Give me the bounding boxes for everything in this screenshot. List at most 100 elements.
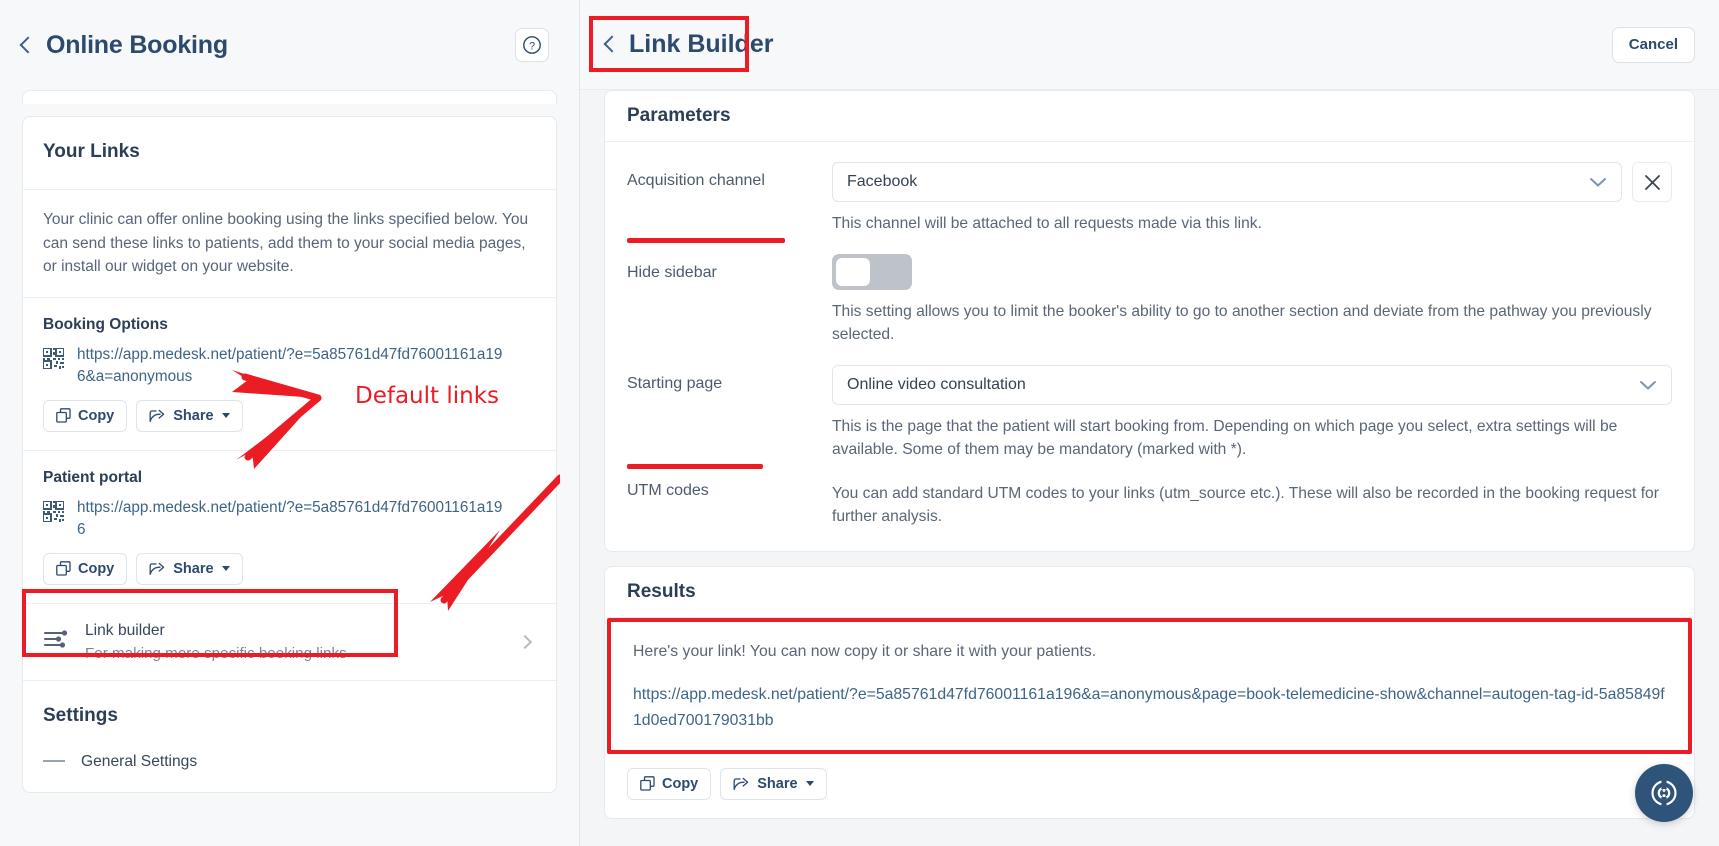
copy-button[interactable]: Copy xyxy=(43,552,128,585)
link-builder-title: Link builder xyxy=(85,621,165,639)
parameters-header: Parameters xyxy=(605,91,1694,142)
share-icon xyxy=(149,409,165,422)
field-hide-sidebar: Hide sidebar This setting allows you to … xyxy=(627,253,1672,347)
app-root: Online Booking ? Your Links Your clinic … xyxy=(0,0,1719,846)
settings-title: Settings xyxy=(43,704,118,726)
share-button[interactable]: Share xyxy=(136,552,243,585)
chevron-down-icon xyxy=(1590,178,1606,187)
link-builder-panel: Link Builder Cancel Parameters Acquisiti… xyxy=(580,0,1719,846)
acquisition-channel-select-wrap: Facebook xyxy=(832,162,1672,202)
hide-sidebar-label: Hide sidebar xyxy=(627,263,717,281)
results-intro: Here's your link! You can now copy it or… xyxy=(633,642,1097,660)
share-button[interactable]: Share xyxy=(720,767,827,800)
partial-card-above xyxy=(22,90,557,104)
patient-portal-url[interactable]: https://app.medesk.net/patient/?e=5a8576… xyxy=(77,497,507,541)
results-header: Results xyxy=(605,567,1694,618)
sidebar-item-link-builder[interactable]: Link builder For making more specific bo… xyxy=(23,603,556,681)
acquisition-channel-control: Facebook This channel will be attached t… xyxy=(832,162,1672,236)
help-bubble-button[interactable] xyxy=(1635,764,1693,822)
qr-code-icon[interactable] xyxy=(42,346,65,374)
share-button[interactable]: Share xyxy=(136,399,243,432)
copy-button-label: Copy xyxy=(78,560,115,577)
general-settings-label: General Settings xyxy=(81,752,198,770)
link-builder-page-title[interactable]: Link Builder xyxy=(603,30,774,59)
copy-icon xyxy=(640,776,655,791)
parameters-card: Parameters Acquisition channel Facebook xyxy=(604,90,1695,552)
your-links-title: Your Links xyxy=(43,141,140,162)
chevron-left-icon[interactable] xyxy=(603,35,621,53)
chevron-right-icon xyxy=(517,634,533,649)
hide-sidebar-control: This setting allows you to limit the boo… xyxy=(832,253,1672,347)
toggle-knob xyxy=(836,257,870,286)
link-builder-subtitle: For making more specific booking links xyxy=(85,644,347,662)
link-builder-texts: Link builder For making more specific bo… xyxy=(85,620,504,664)
acquisition-channel-select[interactable]: Facebook xyxy=(832,162,1622,202)
share-button-label: Share xyxy=(757,775,798,792)
results-link-box: Here's your link! You can now copy it or… xyxy=(607,617,1692,754)
field-utm-codes: UTM codes You can add standard UTM codes… xyxy=(627,482,1672,529)
share-icon xyxy=(149,562,165,575)
right-panel-body[interactable]: Parameters Acquisition channel Facebook xyxy=(580,90,1719,846)
starting-page-label: Starting page xyxy=(627,365,832,469)
patient-portal-actions: Copy Share xyxy=(43,552,536,585)
left-panel-header: Online Booking ? xyxy=(0,0,579,90)
results-card: Results Here's your link! You can now co… xyxy=(604,565,1695,819)
clear-acquisition-channel-button[interactable] xyxy=(1632,162,1672,202)
patient-portal-section: Patient portal https://app.medesk.net/pa… xyxy=(23,451,556,604)
your-links-card: Your Links Your clinic can offer online … xyxy=(22,116,557,793)
share-button-label: Share xyxy=(173,560,214,577)
booking-options-section: Booking Options https://app.medesk.net/p… xyxy=(23,298,556,451)
share-button-label: Share xyxy=(173,407,214,424)
caret-down-icon xyxy=(221,413,230,418)
copy-button-label: Copy xyxy=(662,775,699,792)
sidebar-item-general-settings[interactable]: General Settings xyxy=(23,741,556,792)
results-url[interactable]: https://app.medesk.net/patient/?e=5a8576… xyxy=(633,682,1666,734)
copy-button[interactable]: Copy xyxy=(627,767,712,800)
copy-button[interactable]: Copy xyxy=(43,399,128,432)
question-circle-icon: ? xyxy=(523,36,541,54)
starting-page-control: Online video consultation This is the pa… xyxy=(832,364,1672,462)
parameters-title: Parameters xyxy=(627,105,731,126)
right-panel-header: Link Builder Cancel xyxy=(580,0,1719,90)
starting-page-help: This is the page that the patient will s… xyxy=(832,417,1618,459)
hide-sidebar-toggle[interactable] xyxy=(832,253,912,290)
copy-icon xyxy=(56,408,71,423)
page-title-label: Online Booking xyxy=(46,30,228,59)
online-booking-panel: Online Booking ? Your Links Your clinic … xyxy=(0,0,580,846)
field-starting-page: Starting page Online video consultation … xyxy=(627,364,1672,469)
booking-options-actions: Copy Share xyxy=(43,399,536,432)
copy-button-label: Copy xyxy=(78,407,115,424)
field-acquisition-channel: Acquisition channel Facebook This channe… xyxy=(627,162,1672,242)
qr-code-icon[interactable] xyxy=(42,499,65,527)
sliders-icon xyxy=(43,628,69,655)
minus-icon xyxy=(43,760,65,762)
your-links-header: Your Links xyxy=(23,117,556,190)
help-circle-icon xyxy=(1651,780,1677,806)
acquisition-channel-value: Facebook xyxy=(847,173,918,190)
close-icon xyxy=(1644,174,1660,190)
booking-options-title: Booking Options xyxy=(43,315,168,333)
your-links-description-section: Your clinic can offer online booking usi… xyxy=(23,190,556,298)
hide-sidebar-help: This setting allows you to limit the boo… xyxy=(832,302,1652,344)
cancel-button[interactable]: Cancel xyxy=(1611,26,1695,63)
page-title[interactable]: Online Booking xyxy=(19,30,228,60)
your-links-description: Your clinic can offer online booking usi… xyxy=(43,211,529,275)
svg-text:?: ? xyxy=(529,40,535,52)
booking-options-link-row: https://app.medesk.net/patient/?e=5a8576… xyxy=(42,344,536,388)
caret-down-icon xyxy=(221,566,230,571)
utm-codes-label: UTM codes xyxy=(627,481,709,499)
booking-options-url[interactable]: https://app.medesk.net/patient/?e=5a8576… xyxy=(77,344,507,388)
link-builder-title-label: Link Builder xyxy=(629,30,774,58)
copy-icon xyxy=(56,561,71,576)
results-actions: Copy Share xyxy=(605,754,1694,818)
help-button[interactable]: ? xyxy=(515,28,549,62)
utm-codes-control: You can add standard UTM codes to your l… xyxy=(832,482,1672,529)
settings-header: Settings xyxy=(23,681,556,741)
chevron-left-icon[interactable] xyxy=(19,36,37,53)
starting-page-select[interactable]: Online video consultation xyxy=(832,364,1672,405)
starting-page-value: Online video consultation xyxy=(847,375,1026,393)
caret-down-icon xyxy=(805,781,814,786)
patient-portal-link-row: https://app.medesk.net/patient/?e=5a8576… xyxy=(42,497,536,541)
utm-codes-help: You can add standard UTM codes to your l… xyxy=(832,484,1659,526)
left-panel-scroll[interactable]: Your Links Your clinic can offer online … xyxy=(0,90,579,846)
